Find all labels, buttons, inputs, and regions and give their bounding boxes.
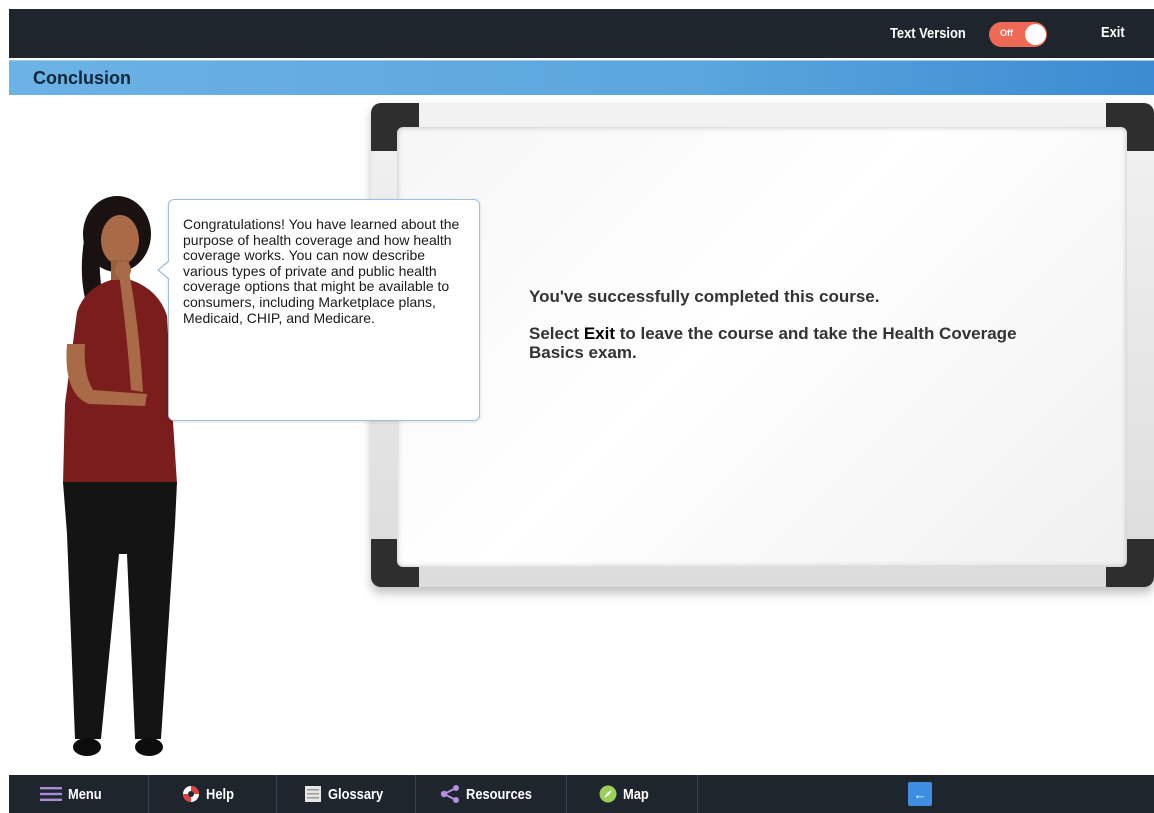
speech-bubble-tail bbox=[157, 260, 170, 280]
resources-button[interactable]: Resources bbox=[440, 775, 543, 813]
exit-instruction: Select Exit to leave the course and take… bbox=[529, 324, 1029, 362]
text-version-toggle[interactable]: Off bbox=[989, 22, 1047, 47]
text-version-label: Text Version bbox=[890, 25, 966, 42]
completion-message: You've successfully completed this cours… bbox=[529, 287, 1029, 380]
nav-divider bbox=[148, 775, 149, 813]
hamburger-icon bbox=[40, 787, 62, 801]
map-button[interactable]: Map bbox=[599, 775, 653, 813]
exit-instruction-prefix: Select bbox=[529, 324, 584, 343]
speech-bubble: Congratulations! You have learned about … bbox=[157, 199, 480, 421]
speech-bubble-text: Congratulations! You have learned about … bbox=[183, 216, 460, 326]
glossary-button[interactable]: Glossary bbox=[304, 775, 392, 813]
resources-label: Resources bbox=[466, 785, 532, 803]
help-label: Help bbox=[206, 785, 234, 803]
completion-line: You've successfully completed this cours… bbox=[529, 287, 880, 306]
whiteboard: You've successfully completed this cours… bbox=[371, 103, 1154, 603]
menu-button[interactable]: Menu bbox=[40, 775, 107, 813]
compass-icon bbox=[599, 785, 617, 803]
exit-button[interactable]: Exit bbox=[1101, 24, 1125, 41]
page-title: Conclusion bbox=[33, 68, 131, 88]
toggle-knob bbox=[1025, 24, 1046, 45]
lifebuoy-icon bbox=[182, 785, 200, 803]
arrow-left-icon: ← bbox=[913, 786, 927, 802]
toggle-state-label: Off bbox=[1000, 28, 1013, 38]
help-button[interactable]: Help bbox=[182, 775, 239, 813]
nav-divider bbox=[276, 775, 277, 813]
book-icon bbox=[304, 785, 322, 803]
nav-divider bbox=[415, 775, 416, 813]
share-icon bbox=[440, 785, 460, 803]
map-label: Map bbox=[623, 785, 649, 803]
course-window: Text Version Off Exit Conclusion You've … bbox=[9, 9, 1154, 813]
presenter-illustration bbox=[63, 196, 177, 756]
nav-divider bbox=[566, 775, 567, 813]
menu-label: Menu bbox=[68, 785, 102, 803]
top-bar: Text Version Off Exit bbox=[9, 9, 1154, 58]
nav-divider bbox=[697, 775, 698, 813]
bottom-nav-bar: Menu Help Glossary Resources Map ← bbox=[9, 775, 1154, 813]
back-button[interactable]: ← bbox=[908, 782, 932, 806]
title-bar: Conclusion bbox=[9, 60, 1154, 95]
exit-instruction-keyword: Exit bbox=[583, 324, 615, 343]
glossary-label: Glossary bbox=[328, 785, 384, 803]
